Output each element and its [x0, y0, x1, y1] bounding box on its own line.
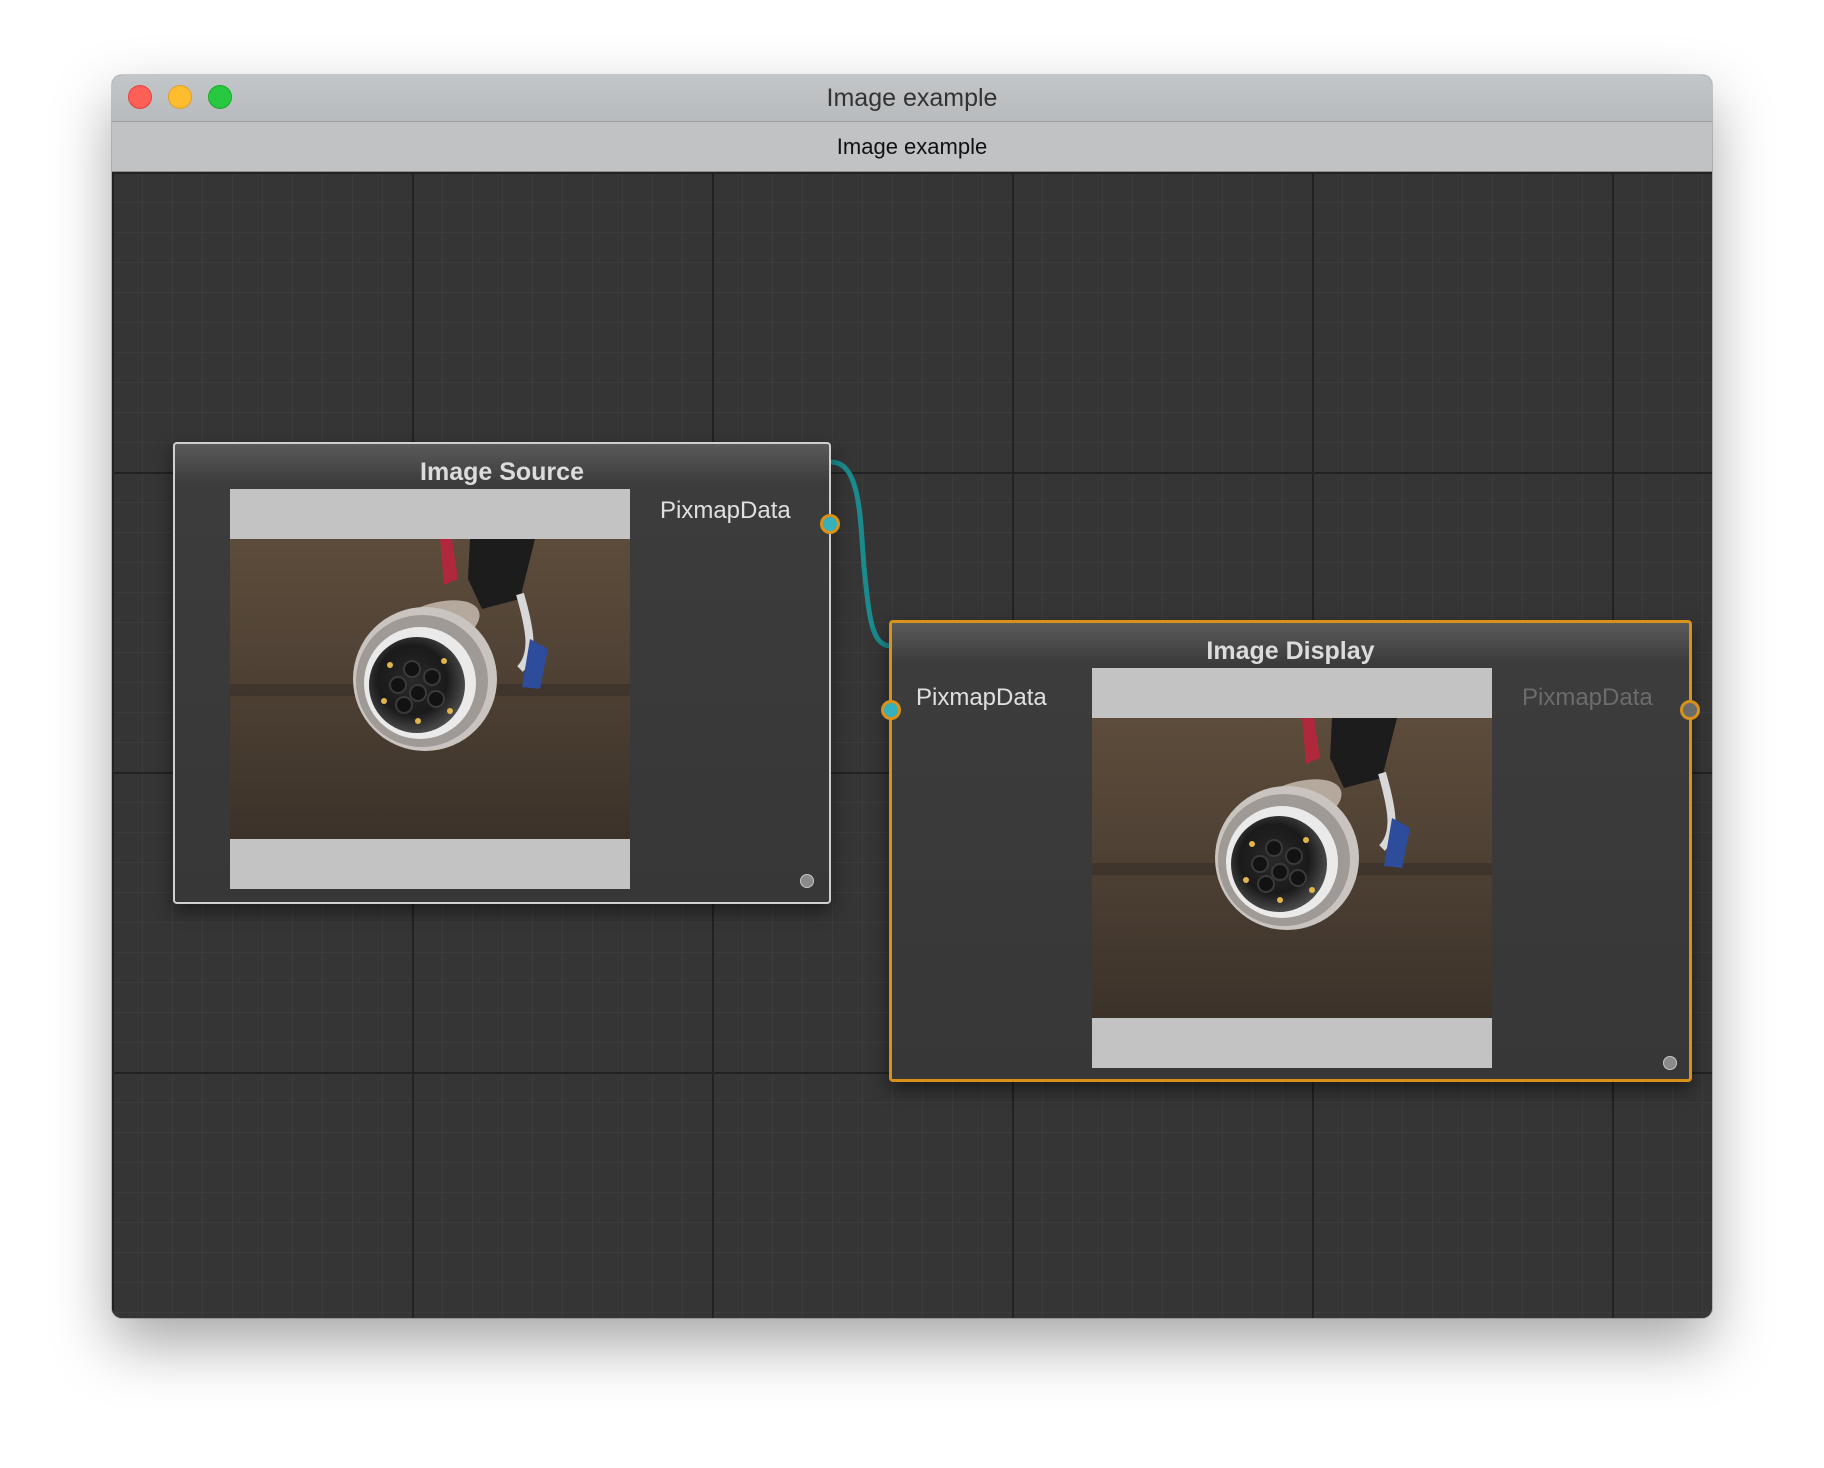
output-port-label: PixmapData	[1522, 684, 1653, 711]
node-caption: Image Display	[1206, 637, 1375, 665]
connector-photo	[230, 489, 630, 889]
image-source-node[interactable]: Image Source PixmapData	[173, 442, 840, 904]
source-image-preview	[230, 489, 630, 889]
tab-image-example[interactable]: Image example	[112, 122, 1712, 171]
minimize-icon[interactable]	[168, 85, 192, 109]
input-port-label: PixmapData	[916, 684, 1047, 711]
resize-handle[interactable]	[1663, 1056, 1677, 1070]
output-port[interactable]	[1680, 700, 1700, 720]
tab-bar: Image example	[112, 122, 1712, 172]
window-title: Image example	[826, 84, 998, 112]
title-bar[interactable]: Image example	[112, 75, 1712, 122]
output-port-label: PixmapData	[660, 497, 791, 524]
node-caption: Image Source	[420, 458, 584, 486]
display-image-preview	[1092, 668, 1492, 1068]
resize-handle[interactable]	[800, 874, 814, 888]
maximize-icon[interactable]	[208, 85, 232, 109]
output-port[interactable]	[820, 514, 840, 534]
image-display-node[interactable]: Image Display PixmapData PixmapData	[881, 620, 1700, 1082]
app-window: Image example Image example Image Source	[112, 75, 1712, 1318]
connector-photo	[1092, 668, 1492, 1068]
connection-wire[interactable]	[828, 459, 894, 649]
close-icon[interactable]	[128, 85, 152, 109]
input-port[interactable]	[881, 700, 901, 720]
flow-canvas[interactable]: Image Source PixmapData Image Display Pi…	[112, 172, 1712, 1318]
